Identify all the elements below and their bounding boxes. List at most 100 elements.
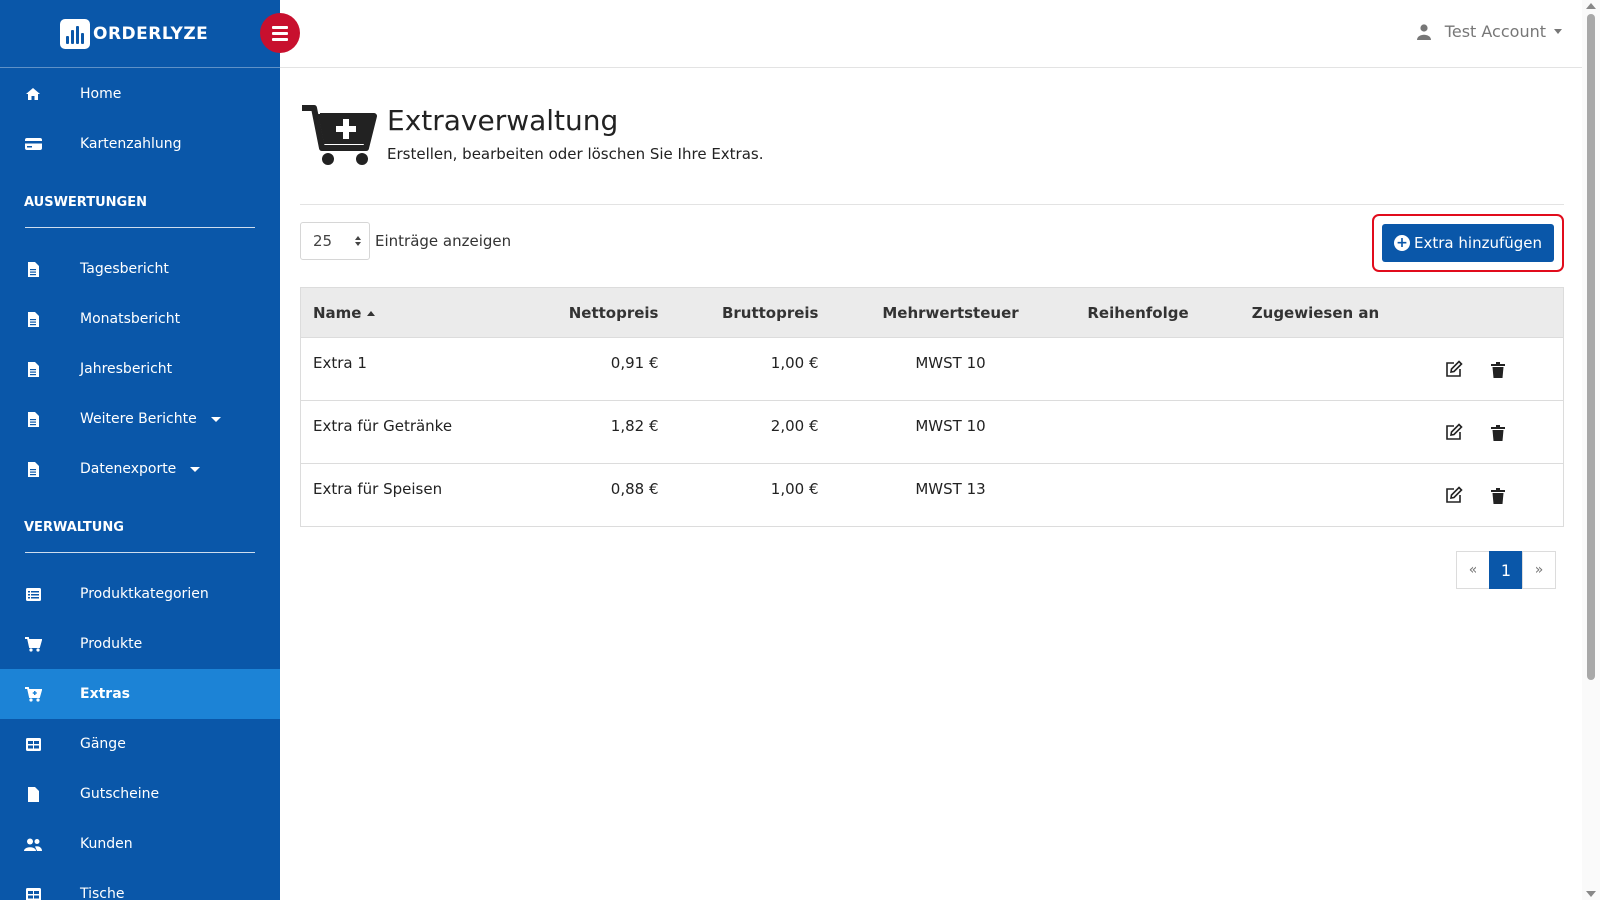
cell-zugewiesen (1206, 401, 1426, 464)
chevron-down-icon (210, 416, 221, 422)
brand[interactable]: ORDERLYZE (0, 0, 280, 68)
sort-ascending-icon (367, 310, 376, 316)
cell-nettopreis: 1,82 € (610, 417, 659, 435)
section-heading-verwaltung: VERWALTUNG (24, 520, 124, 535)
cell-reihenfolge (1071, 401, 1206, 464)
section-heading-auswertungen: AUSWERTUNGEN (24, 195, 147, 210)
cell-reihenfolge (1071, 338, 1206, 401)
file-icon (24, 361, 42, 377)
account-menu[interactable]: Test Account (1416, 22, 1562, 41)
sidebar-item-label: Kunden (80, 836, 133, 852)
add-button-highlight: + Extra hinzufügen (1372, 214, 1564, 272)
pagination-prev[interactable]: « (1456, 551, 1490, 589)
cell-actions (1426, 338, 1564, 401)
column-header-name[interactable]: Name (301, 288, 501, 338)
sidebar-item-label: Produkte (80, 636, 143, 652)
account-name: Test Account (1444, 22, 1546, 41)
sidebar-item-gaenge[interactable]: Gänge (0, 719, 280, 769)
table-row: Extra für Getränke 1,82 € 2,00 € MWST 10 (300, 400, 1564, 464)
column-header-mehrwertsteuer[interactable]: Mehrwertsteuer (831, 288, 1071, 338)
column-header-bruttopreis[interactable]: Bruttopreis (671, 288, 831, 338)
chevron-down-icon (1554, 29, 1562, 34)
file-icon (24, 311, 42, 327)
scroll-down-icon[interactable] (1586, 891, 1596, 897)
plus-circle-icon: + (1394, 235, 1411, 251)
add-extra-button[interactable]: + Extra hinzufügen (1382, 224, 1554, 262)
header-divider (300, 204, 1564, 205)
sidebar-item-tagesbericht[interactable]: Tagesbericht (0, 244, 280, 294)
cell-nettopreis: 0,91 € (610, 354, 659, 372)
pagination: « 1 » (1456, 551, 1556, 589)
sidebar-item-label: Datenexporte (80, 461, 177, 477)
sidebar-item-datenexporte[interactable]: Datenexporte (0, 444, 280, 494)
cart-plus-icon (24, 686, 42, 702)
sidebar-item-label: Monatsbericht (80, 311, 181, 327)
sidebar-item-label: Tische (80, 886, 125, 900)
table-icon (24, 736, 42, 752)
sidebar-item-monatsbericht[interactable]: Monatsbericht (0, 294, 280, 344)
select-arrows-icon (355, 236, 361, 246)
page-size-select[interactable]: 25 (300, 222, 370, 260)
file-icon (24, 411, 42, 427)
pagination-page-1[interactable]: 1 (1489, 551, 1523, 589)
sidebar-item-kartenzahlung[interactable]: Kartenzahlung (0, 119, 280, 169)
document-icon (24, 786, 42, 802)
sidebar-item-label: Gutscheine (80, 786, 160, 802)
cell-reihenfolge (1071, 464, 1206, 527)
table-header-row: Name Nettopreis Bruttopreis Mehrwertsteu… (300, 287, 1564, 338)
sidebar-item-produktkategorien[interactable]: Produktkategorien (0, 569, 280, 619)
home-icon (24, 86, 42, 102)
edit-icon[interactable] (1442, 420, 1466, 444)
column-header-reihenfolge[interactable]: Reihenfolge (1071, 288, 1206, 338)
sidebar-item-gutscheine[interactable]: Gutscheine (0, 769, 280, 819)
cell-name: Extra für Speisen (313, 480, 443, 498)
entries-label: Einträge anzeigen (375, 232, 512, 250)
pagination-next[interactable]: » (1522, 551, 1556, 589)
sidebar-item-label: Tagesbericht (80, 261, 169, 277)
table-icon (24, 886, 42, 900)
cart-icon (24, 636, 42, 652)
table-row: Extra für Speisen 0,88 € 1,00 € MWST 13 (300, 463, 1564, 527)
sidebar-item-label: Produktkategorien (80, 586, 209, 602)
brand-name: ORDERLYZE (93, 23, 209, 44)
trash-icon[interactable] (1486, 358, 1510, 382)
cell-actions (1426, 401, 1564, 464)
sidebar-item-tische[interactable]: Tische (0, 869, 280, 900)
hamburger-icon (272, 25, 288, 29)
extras-table: Name Nettopreis Bruttopreis Mehrwertsteu… (300, 287, 1564, 527)
sidebar-item-home[interactable]: Home (0, 69, 280, 119)
edit-icon[interactable] (1442, 483, 1466, 507)
sidebar-item-jahresbericht[interactable]: Jahresbericht (0, 344, 280, 394)
cell-mehrwertsteuer: MWST 10 (915, 417, 986, 435)
user-icon (1416, 23, 1431, 40)
sidebar-item-label: Kartenzahlung (80, 136, 182, 152)
add-extra-label: Extra hinzufügen (1414, 234, 1542, 252)
section-divider (25, 227, 255, 228)
sidebar-item-kunden[interactable]: Kunden (0, 819, 280, 869)
edit-icon[interactable] (1442, 357, 1466, 381)
trash-icon[interactable] (1486, 484, 1510, 508)
column-header-nettopreis[interactable]: Nettopreis (501, 288, 671, 338)
topbar: Test Account (260, 0, 1582, 68)
page-header: Extraverwaltung Erstellen, bearbeiten od… (300, 102, 1564, 168)
sidebar-item-label: Weitere Berichte (80, 411, 197, 427)
trash-icon[interactable] (1486, 421, 1510, 445)
cell-nettopreis: 0,88 € (610, 480, 659, 498)
page-scrollbar[interactable] (1582, 0, 1600, 900)
cell-actions (1426, 464, 1564, 527)
sidebar-item-produkte[interactable]: Produkte (0, 619, 280, 669)
cell-bruttopreis: 2,00 € (770, 417, 819, 435)
credit-card-icon (24, 136, 42, 152)
sidebar-item-weitere-berichte[interactable]: Weitere Berichte (0, 394, 280, 444)
cell-zugewiesen (1206, 338, 1426, 401)
scrollbar-thumb[interactable] (1587, 14, 1595, 680)
sidebar-item-extras[interactable]: Extras (0, 669, 280, 719)
column-header-zugewiesen[interactable]: Zugewiesen an (1206, 288, 1426, 338)
menu-toggle-button[interactable] (260, 13, 300, 53)
scroll-up-icon[interactable] (1586, 3, 1596, 9)
list-icon (24, 586, 42, 602)
table-row: Extra 1 0,91 € 1,00 € MWST 10 (300, 337, 1564, 401)
sidebar: ORDERLYZE Home Kartenzahlung AUSWERTUNGE… (0, 0, 280, 900)
page-subtitle: Erstellen, bearbeiten oder löschen Sie I… (387, 145, 764, 163)
section-divider (25, 552, 255, 553)
